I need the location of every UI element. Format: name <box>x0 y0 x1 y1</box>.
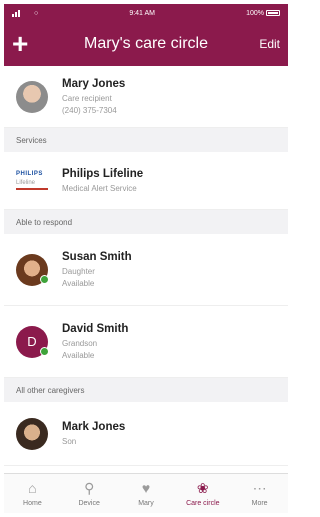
caregiver-name: Susan Smith <box>62 251 132 263</box>
more-icon: ⋯ <box>252 479 267 496</box>
avatar: D <box>16 325 49 358</box>
tab-more[interactable]: ⋯ More <box>231 474 288 513</box>
header: ○ 9:41 AM 100% + Mary's care circle Edit <box>4 4 288 66</box>
tab-care-circle[interactable]: ❀ Care circle <box>174 474 231 513</box>
service-row[interactable]: PHILIPS Lifeline Philips Lifeline Medica… <box>4 152 288 210</box>
section-header-services: Services <box>4 128 288 152</box>
status-time: 9:41 AM <box>129 9 155 17</box>
caregiver-name: David Smith <box>62 323 129 335</box>
tab-bar: ⌂ Home ⚲ Device ♥ Mary ❀ Care circle ⋯ M… <box>4 473 288 513</box>
app-screen: ○ 9:41 AM 100% + Mary's care circle Edit… <box>4 4 288 513</box>
home-icon: ⌂ <box>28 479 37 496</box>
section-header-others: All other caregivers <box>4 378 288 402</box>
signal-icon <box>12 9 20 17</box>
caregiver-row-mark[interactable]: Mark Jones Son <box>4 402 288 466</box>
recipient-name: Mary Jones <box>62 78 126 90</box>
wifi-icon: ○ <box>34 9 39 17</box>
care-recipient-row[interactable]: Mary Jones Care recipient (240) 375-7304 <box>4 66 288 128</box>
service-name: Philips Lifeline <box>62 168 144 180</box>
add-icon[interactable]: + <box>12 30 36 58</box>
page-title: Mary's care circle <box>84 35 208 52</box>
recipient-role: Care recipient <box>62 94 112 103</box>
heart-icon: ♥ <box>141 479 151 496</box>
caregiver-row-david[interactable]: D David Smith Grandson Available <box>4 306 288 378</box>
avatar <box>16 417 48 450</box>
available-status-dot <box>40 346 49 356</box>
paw-icon: ❀ <box>196 479 209 496</box>
tab-device[interactable]: ⚲ Device <box>61 474 118 513</box>
caregiver-status: Available <box>62 279 95 288</box>
caregiver-relation: Daughter <box>62 267 95 276</box>
avatar <box>16 253 49 286</box>
avatar <box>16 80 48 113</box>
caregiver-relation: Grandson <box>62 339 98 348</box>
caregiver-relation: Son <box>62 437 77 446</box>
recipient-phone: (240) 375-7304 <box>62 106 117 115</box>
available-status-dot <box>40 274 49 284</box>
tab-mary[interactable]: ♥ Mary <box>118 474 175 513</box>
device-icon: ⚲ <box>84 479 95 496</box>
service-description: Medical Alert Service <box>62 184 137 193</box>
caregiver-status: Available <box>62 351 95 360</box>
section-header-able: Able to respond <box>4 210 288 234</box>
edit-button[interactable]: Edit <box>259 37 280 51</box>
battery-status: 100% <box>246 10 280 17</box>
philips-lifeline-logo: PHILIPS Lifeline <box>16 171 48 190</box>
nav-bar: + Mary's care circle Edit <box>4 22 288 66</box>
status-bar: ○ 9:41 AM 100% <box>4 4 288 22</box>
tab-home[interactable]: ⌂ Home <box>4 474 61 513</box>
caregiver-name: Mark Jones <box>62 421 126 433</box>
battery-icon <box>265 9 280 16</box>
caregiver-row-susan[interactable]: Susan Smith Daughter Available <box>4 234 288 306</box>
